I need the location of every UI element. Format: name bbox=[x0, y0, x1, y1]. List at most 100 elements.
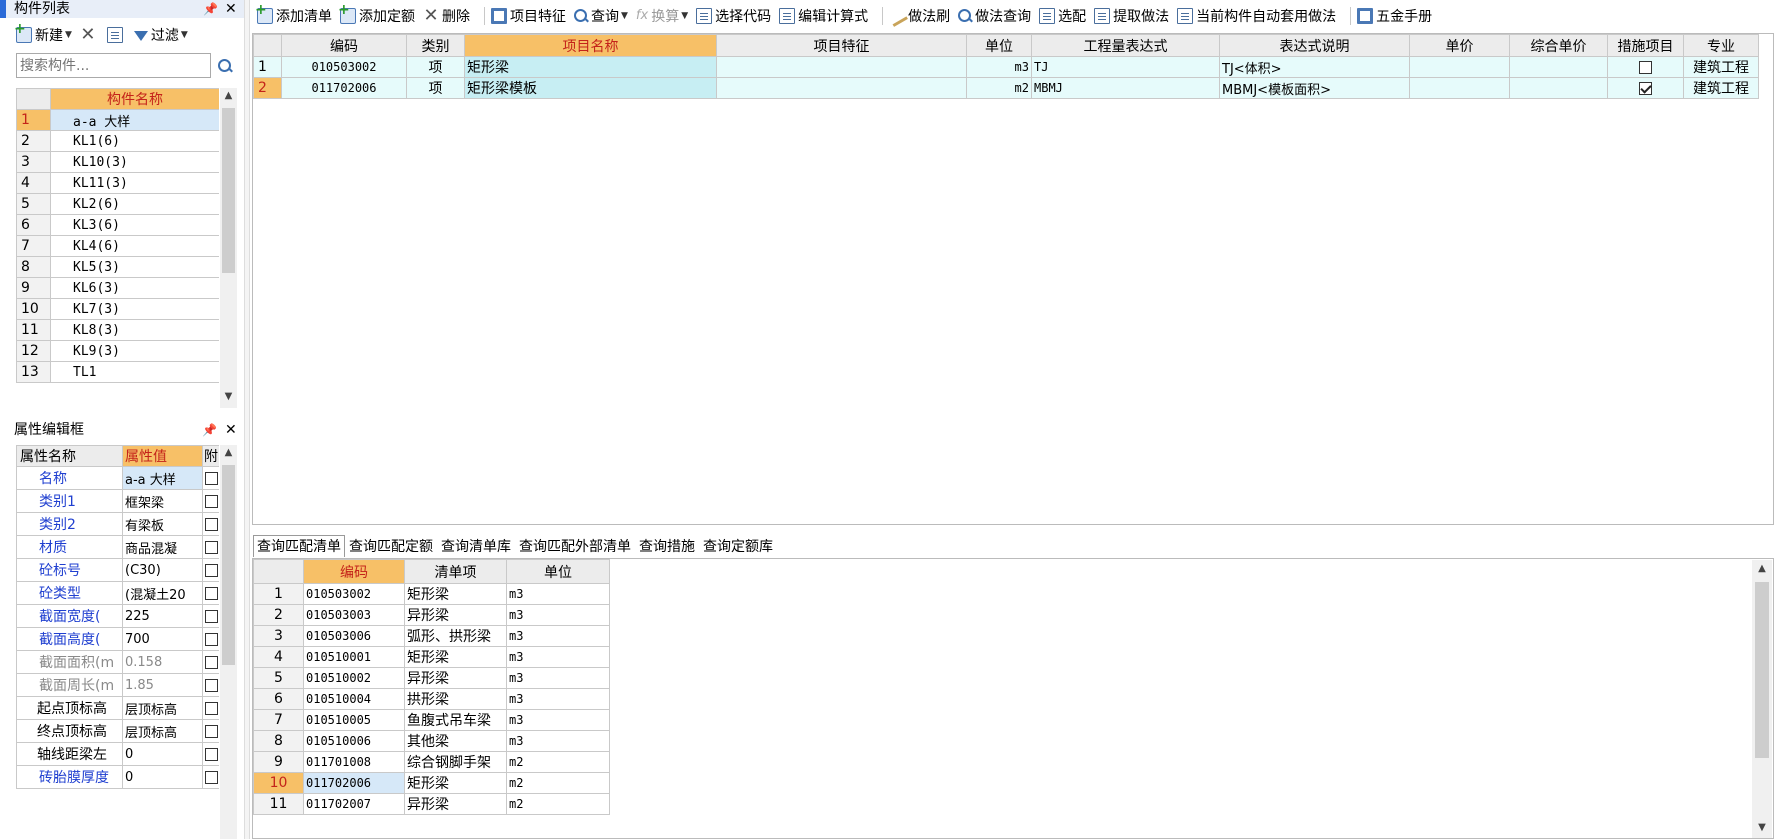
total-price-cell[interactable] bbox=[1509, 77, 1608, 99]
bottom-item-cell[interactable]: 弧形、拱形梁 bbox=[404, 625, 507, 647]
scroll-thumb[interactable] bbox=[222, 108, 235, 273]
add-list-button[interactable]: 添加清单 bbox=[255, 2, 332, 26]
bottom-list-row[interactable]: 9 011701008 综合钢脚手架 m2 bbox=[253, 751, 610, 773]
name-cell[interactable]: 矩形梁模板 bbox=[464, 77, 717, 99]
component-row[interactable]: 10 KL7(3) bbox=[16, 298, 219, 320]
bottom-code-cell[interactable]: 010503003 bbox=[303, 604, 405, 626]
component-row[interactable]: 11 KL8(3) bbox=[16, 319, 219, 341]
bottom-item-cell[interactable]: 矩形梁 bbox=[404, 772, 507, 794]
column-header-expr[interactable]: 工程量表达式 bbox=[1031, 34, 1220, 57]
bottom-unit-cell[interactable]: m3 bbox=[506, 709, 610, 731]
tab-6[interactable]: 查询定额库 bbox=[699, 535, 777, 557]
component-name[interactable]: KL6(3) bbox=[50, 277, 219, 299]
property-attach-cell[interactable] bbox=[202, 650, 219, 674]
close-icon[interactable]: ✕ bbox=[225, 421, 237, 439]
scroll-thumb[interactable] bbox=[1755, 582, 1769, 758]
component-name[interactable]: KL8(3) bbox=[50, 319, 219, 341]
convert-button[interactable]: fx 换算 ▼ bbox=[636, 6, 688, 26]
bottom-list-row[interactable]: 5 010510002 异形梁 m3 bbox=[253, 667, 610, 689]
bottom-header-item[interactable]: 清单项 bbox=[404, 559, 507, 584]
measure-cell[interactable] bbox=[1607, 77, 1684, 99]
bottom-code-cell[interactable]: 010510002 bbox=[303, 667, 405, 689]
property-value[interactable]: 有梁板 bbox=[122, 512, 203, 536]
component-row[interactable]: 4 KL11(3) bbox=[16, 172, 219, 194]
property-value[interactable]: (混凝土20 bbox=[122, 581, 203, 605]
attach-checkbox[interactable] bbox=[205, 678, 218, 692]
property-row[interactable]: 材质 商品混凝 bbox=[16, 535, 219, 559]
bottom-item-cell[interactable]: 鱼腹式吊车梁 bbox=[404, 709, 507, 731]
property-attach-cell[interactable] bbox=[202, 581, 219, 605]
price-cell[interactable] bbox=[1409, 77, 1510, 99]
scroll-down-icon[interactable]: ▼ bbox=[220, 391, 237, 402]
component-name[interactable]: KL9(3) bbox=[50, 340, 219, 362]
property-attach-cell[interactable] bbox=[202, 765, 219, 789]
attach-checkbox[interactable] bbox=[205, 563, 218, 577]
extract-button[interactable]: 提取做法 bbox=[1094, 6, 1169, 26]
close-icon[interactable]: ✕ bbox=[225, 0, 237, 18]
bottom-item-cell[interactable]: 矩形梁 bbox=[404, 646, 507, 668]
expression-desc-cell[interactable]: TJ<体积> bbox=[1219, 56, 1410, 78]
property-value[interactable]: a-a 大样 bbox=[122, 466, 203, 490]
attach-checkbox[interactable] bbox=[205, 655, 218, 669]
property-row[interactable]: 砖胎膜厚度 0 bbox=[16, 765, 219, 789]
property-row[interactable]: 截面高度(700 bbox=[16, 627, 219, 651]
method-query-button[interactable]: 做法查询 bbox=[958, 6, 1031, 26]
property-attach-cell[interactable] bbox=[202, 627, 219, 651]
property-row[interactable]: 类别2 有梁板 bbox=[16, 512, 219, 536]
tab-5[interactable]: 查询措施 bbox=[635, 535, 699, 557]
bottom-list-row[interactable]: 8 010510006 其他梁 m3 bbox=[253, 730, 610, 752]
attach-checkbox[interactable] bbox=[205, 471, 218, 485]
name-cell[interactable]: 矩形梁 bbox=[464, 56, 717, 78]
property-value[interactable]: 层顶标高 bbox=[122, 719, 203, 743]
bottom-item-cell[interactable]: 异形梁 bbox=[404, 667, 507, 689]
column-header-unit[interactable]: 单位 bbox=[966, 34, 1032, 57]
component-name[interactable]: KL11(3) bbox=[50, 172, 219, 194]
bottom-unit-cell[interactable]: m3 bbox=[506, 730, 610, 752]
bottom-unit-cell[interactable]: m2 bbox=[506, 772, 610, 794]
component-list-scrollbar[interactable]: ▲ ▼ bbox=[220, 88, 237, 408]
scroll-up-icon[interactable]: ▲ bbox=[1752, 563, 1772, 574]
type-cell[interactable]: 项 bbox=[406, 77, 465, 99]
property-value[interactable]: 1.85 bbox=[122, 673, 203, 697]
component-name[interactable]: KL3(6) bbox=[50, 214, 219, 236]
new-button[interactable]: 新建▼ bbox=[14, 21, 72, 45]
major-cell[interactable]: 建筑工程 bbox=[1683, 56, 1759, 78]
component-name[interactable]: KL10(3) bbox=[50, 151, 219, 173]
component-name[interactable]: KL2(6) bbox=[50, 193, 219, 215]
attach-checkbox[interactable] bbox=[205, 747, 218, 761]
bottom-code-cell[interactable]: 010503002 bbox=[303, 583, 405, 605]
code-cell[interactable]: 011702006 bbox=[281, 77, 407, 99]
chevron-down-icon[interactable]: ▼ bbox=[681, 11, 688, 21]
property-row[interactable]: 砼标号 (C30) bbox=[16, 558, 219, 582]
property-attach-cell[interactable] bbox=[202, 604, 219, 628]
property-row[interactable]: 终点顶标高 层顶标高 bbox=[16, 719, 219, 743]
tab-2[interactable]: 查询匹配定额 bbox=[345, 535, 437, 557]
feature-cell[interactable] bbox=[716, 77, 967, 99]
scroll-down-icon[interactable]: ▼ bbox=[1752, 822, 1772, 833]
scroll-up-icon[interactable]: ▲ bbox=[220, 90, 237, 101]
bottom-code-cell[interactable]: 010510001 bbox=[303, 646, 405, 668]
property-attach-cell[interactable] bbox=[202, 558, 219, 582]
bottom-item-cell[interactable]: 拱形梁 bbox=[404, 688, 507, 710]
property-attach-cell[interactable] bbox=[202, 742, 219, 766]
bottom-code-cell[interactable]: 010510006 bbox=[303, 730, 405, 752]
property-attach-cell[interactable] bbox=[202, 696, 219, 720]
bottom-header-code[interactable]: 编码 bbox=[303, 559, 405, 584]
method-brush-button[interactable]: 做法刷 bbox=[886, 5, 950, 27]
property-attach-cell[interactable] bbox=[202, 512, 219, 536]
component-name[interactable]: TL1 bbox=[50, 361, 219, 383]
bottom-code-cell[interactable]: 010510004 bbox=[303, 688, 405, 710]
property-value[interactable]: 225 bbox=[122, 604, 203, 628]
bottom-code-cell[interactable]: 011702006 bbox=[303, 772, 405, 794]
component-name[interactable]: a-a 大样 bbox=[50, 109, 219, 131]
measure-checkbox[interactable] bbox=[1639, 81, 1652, 95]
bottom-list-row[interactable]: 10 011702006 矩形梁 m2 bbox=[253, 772, 610, 794]
component-row[interactable]: 8 KL5(3) bbox=[16, 256, 219, 278]
component-name[interactable]: KL4(6) bbox=[50, 235, 219, 257]
property-value[interactable]: 0.158 bbox=[122, 650, 203, 674]
property-value[interactable]: 700 bbox=[122, 627, 203, 651]
component-row[interactable]: 6 KL3(6) bbox=[16, 214, 219, 236]
feature-cell[interactable] bbox=[716, 56, 967, 78]
component-row[interactable]: 2 KL1(6) bbox=[16, 130, 219, 152]
property-value[interactable]: 0 bbox=[122, 765, 203, 789]
